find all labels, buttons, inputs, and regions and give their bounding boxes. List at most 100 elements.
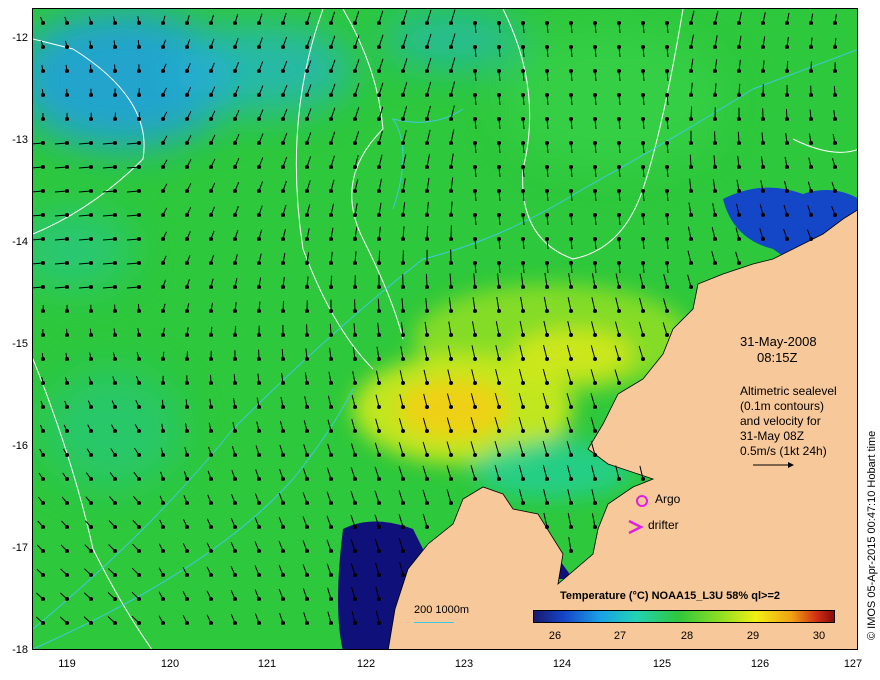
velocity-vector-origin [665, 189, 669, 193]
velocity-vector-origin [257, 453, 261, 457]
velocity-vector-origin [401, 21, 405, 25]
velocity-vector-origin [41, 357, 45, 361]
velocity-vector-origin [761, 21, 765, 25]
velocity-vector-origin [305, 237, 309, 241]
velocity-vector-origin [641, 189, 645, 193]
velocity-vector-origin [425, 189, 429, 193]
velocity-vector-origin [353, 501, 357, 505]
velocity-vector-origin [641, 357, 645, 361]
velocity-vector-origin [377, 333, 381, 337]
velocity-vector-origin [89, 621, 93, 625]
velocity-vector-origin [689, 45, 693, 49]
velocity-vector-origin [521, 93, 525, 97]
velocity-vector-origin [377, 93, 381, 97]
velocity-vector-origin [809, 165, 813, 169]
velocity-vector-origin [689, 237, 693, 241]
velocity-vector-origin [89, 405, 93, 409]
velocity-vector-origin [641, 237, 645, 241]
x-tick-label: 123 [454, 658, 474, 670]
velocity-vector-origin [353, 261, 357, 265]
velocity-vector-origin [281, 333, 285, 337]
velocity-vector-origin [665, 141, 669, 145]
velocity-vector-origin [89, 189, 93, 193]
velocity-vector-origin [89, 165, 93, 169]
velocity-vector-origin [521, 261, 525, 265]
velocity-vector-origin [569, 333, 573, 337]
velocity-vector-origin [569, 501, 573, 505]
velocity-vector-origin [89, 237, 93, 241]
velocity-vector-origin [497, 213, 501, 217]
legend-line: Altimetric sealevel [740, 384, 837, 398]
velocity-vector-origin [617, 165, 621, 169]
y-tick-label: -14 [12, 236, 28, 248]
velocity-vector-origin [449, 453, 453, 457]
y-tick-label: -15 [12, 338, 28, 350]
velocity-vector-origin [113, 69, 117, 73]
velocity-vector-origin [41, 573, 45, 577]
velocity-vector-origin [617, 381, 621, 385]
velocity-vector-origin [785, 93, 789, 97]
velocity-vector-origin [209, 405, 213, 409]
velocity-vector-origin [161, 237, 165, 241]
velocity-vector-origin [689, 21, 693, 25]
velocity-vector-origin [761, 93, 765, 97]
velocity-vector-origin [41, 405, 45, 409]
velocity-vector-origin [545, 453, 549, 457]
velocity-vector-origin [497, 189, 501, 193]
velocity-vector-origin [377, 261, 381, 265]
y-tick-label: -18 [12, 644, 28, 656]
velocity-vector-origin [209, 165, 213, 169]
velocity-vector-origin [281, 357, 285, 361]
x-tick-label: 125 [652, 658, 672, 670]
velocity-vector-origin [377, 405, 381, 409]
velocity-vector-origin [521, 477, 525, 481]
velocity-vector-origin [377, 549, 381, 553]
velocity-vector-origin [65, 69, 69, 73]
velocity-vector-origin [449, 21, 453, 25]
velocity-vector-origin [41, 621, 45, 625]
velocity-vector-origin [233, 21, 237, 25]
velocity-vector-origin [233, 165, 237, 169]
velocity-vector-origin [305, 93, 309, 97]
velocity-vector-origin [665, 237, 669, 241]
velocity-vector-origin [809, 141, 813, 145]
velocity-vector-origin [329, 573, 333, 577]
colorbar-tick: 29 [746, 630, 760, 642]
velocity-vector-origin [89, 69, 93, 73]
velocity-vector-origin [281, 45, 285, 49]
velocity-vector-origin [377, 189, 381, 193]
velocity-vector-origin [329, 141, 333, 145]
velocity-vector-origin [233, 309, 237, 313]
velocity-vector-origin [113, 597, 117, 601]
velocity-vector-origin [329, 21, 333, 25]
velocity-vector-origin [41, 261, 45, 265]
velocity-vector-origin [113, 477, 117, 481]
velocity-vector-origin [233, 357, 237, 361]
velocity-vector-origin [41, 309, 45, 313]
colorbar-tick: 27 [613, 630, 627, 642]
velocity-vector-origin [425, 45, 429, 49]
velocity-vector-origin [65, 453, 69, 457]
velocity-vector-origin [185, 621, 189, 625]
velocity-vector-origin [449, 189, 453, 193]
velocity-vector-origin [761, 213, 765, 217]
velocity-vector-origin [281, 597, 285, 601]
velocity-vector-origin [521, 333, 525, 337]
velocity-vector-origin [281, 93, 285, 97]
velocity-vector-origin [545, 477, 549, 481]
velocity-vector-origin [89, 501, 93, 505]
velocity-vector-origin [641, 477, 645, 481]
velocity-vector-origin [305, 621, 309, 625]
velocity-vector-origin [257, 93, 261, 97]
velocity-vector-origin [113, 189, 117, 193]
velocity-vector-origin [281, 285, 285, 289]
velocity-vector-origin [281, 477, 285, 481]
velocity-vector-origin [185, 525, 189, 529]
velocity-vector-origin [497, 477, 501, 481]
velocity-vector-origin [281, 405, 285, 409]
velocity-vector-origin [521, 117, 525, 121]
velocity-vector-origin [401, 213, 405, 217]
velocity-vector-origin [473, 477, 477, 481]
velocity-vector-origin [833, 45, 837, 49]
velocity-vector-origin [305, 357, 309, 361]
